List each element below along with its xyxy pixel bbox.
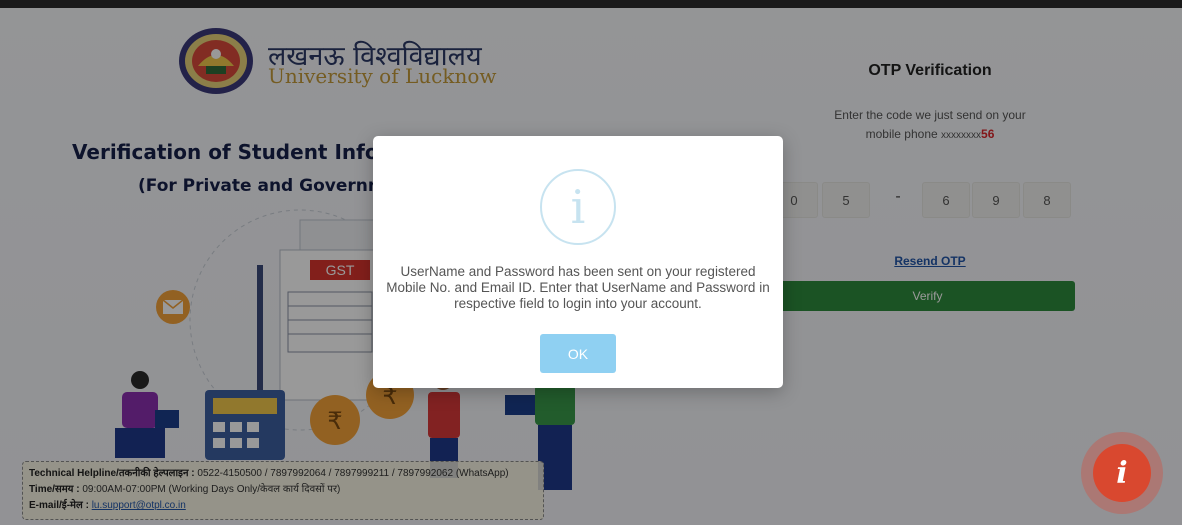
info-icon: i: [540, 169, 616, 245]
dialog-message: UserName and Password has been sent on y…: [386, 264, 770, 311]
info-dialog: i UserName and Password has been sent on…: [373, 136, 783, 388]
ok-button[interactable]: OK: [540, 334, 616, 373]
info-icon[interactable]: i: [1093, 444, 1151, 502]
floating-info-button[interactable]: i: [1081, 432, 1163, 514]
